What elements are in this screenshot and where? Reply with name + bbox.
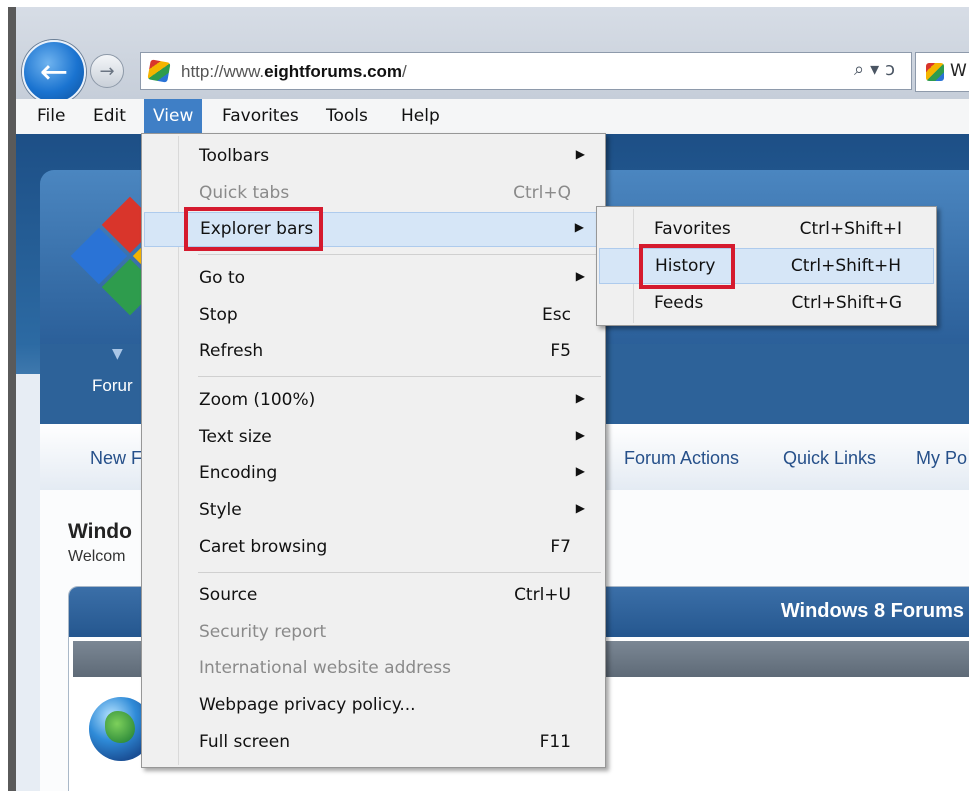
view-menu-dropdown: Toolbars ▶ Quick tabs Ctrl+Q Explorer ba… [141, 133, 606, 768]
welcome-subtitle: Welcom [68, 548, 126, 565]
menu-item-go-to[interactable]: Go to ▶ [144, 261, 603, 296]
submenu-item-favorites[interactable]: Favorites Ctrl+Shift+I [599, 211, 934, 247]
menu-item-label: Zoom (100%) [199, 390, 316, 410]
menu-item-label: Style [199, 500, 242, 520]
menu-item-label: Encoding [199, 463, 278, 483]
menu-item-label: Stop [199, 305, 238, 325]
menu-item-label: Refresh [199, 341, 264, 361]
submenu-arrow-icon: ▶ [575, 428, 585, 442]
menu-item-source[interactable]: Source Ctrl+U [144, 578, 603, 613]
menu-item-label: Source [199, 585, 258, 605]
url-domain: eightforums.com [264, 62, 403, 81]
screenshot-frame: ← → http://www.eightforums.com/ ⌕▾ↄ W Fi… [0, 0, 969, 791]
forum-box-title[interactable]: Windows 8 Forums [781, 600, 964, 623]
menu-item-privacy-policy[interactable]: Webpage privacy policy... [144, 688, 603, 723]
menu-item-label: Favorites [654, 219, 731, 239]
site-favicon-icon [147, 59, 171, 83]
menu-separator [198, 254, 601, 255]
menu-view[interactable]: View [144, 99, 203, 134]
back-arrow-icon: ← [39, 52, 69, 92]
menu-item-zoom[interactable]: Zoom (100%) ▶ [144, 383, 603, 418]
welcome-title: Windo [68, 520, 132, 543]
menu-item-label: Full screen [199, 732, 290, 752]
menu-item-toolbars[interactable]: Toolbars ▶ [144, 139, 603, 174]
menu-help[interactable]: Help [392, 99, 449, 134]
submenu-arrow-icon: ▶ [575, 147, 585, 161]
menu-separator [198, 572, 601, 573]
menu-item-caret-browsing[interactable]: Caret browsing F7 [144, 530, 603, 565]
menu-item-refresh[interactable]: Refresh F5 [144, 334, 603, 369]
menu-item-encoding[interactable]: Encoding ▶ [144, 456, 603, 491]
menu-item-label: Quick tabs [199, 183, 290, 203]
menu-item-international-address[interactable]: International website address [144, 651, 603, 686]
search-refresh-icons[interactable]: ⌕▾ↄ [854, 59, 901, 80]
caret-down-icon: ▼ [112, 346, 123, 362]
menu-item-shortcut: Ctrl+Shift+G [791, 293, 902, 313]
outer-margin-left [0, 0, 8, 791]
menu-edit[interactable]: Edit [84, 99, 135, 134]
menu-item-shortcut: F11 [539, 732, 571, 752]
menu-item-label: Go to [199, 268, 246, 288]
submenu-arrow-icon: ▶ [575, 269, 585, 283]
submenu-item-feeds[interactable]: Feeds Ctrl+Shift+G [599, 285, 934, 321]
menu-item-shortcut: Ctrl+Shift+I [799, 219, 902, 239]
menu-item-label: Webpage privacy policy... [199, 695, 416, 715]
forward-button[interactable]: → [90, 54, 124, 88]
menu-bar: File Edit View Favorites Tools Help [16, 99, 969, 135]
explorer-bars-submenu: Favorites Ctrl+Shift+I History Ctrl+Shif… [596, 206, 937, 326]
menu-separator [198, 376, 601, 377]
menu-item-label: Feeds [654, 293, 704, 313]
nav-forum-actions[interactable]: Forum Actions [624, 448, 739, 469]
back-button[interactable]: ← [22, 40, 86, 104]
highlight-callout-history [639, 244, 735, 289]
nav-my-posts[interactable]: My Po [916, 448, 967, 469]
menu-item-shortcut: F5 [550, 341, 571, 361]
menu-item-quick-tabs[interactable]: Quick tabs Ctrl+Q [144, 176, 603, 211]
submenu-arrow-icon: ▶ [575, 391, 585, 405]
address-url[interactable]: http://www.eightforums.com/ [181, 62, 407, 82]
menu-item-label: Caret browsing [199, 537, 328, 557]
submenu-arrow-icon: ▶ [574, 220, 584, 234]
tab-title: W [950, 61, 967, 81]
menu-item-shortcut: Ctrl+U [514, 585, 571, 605]
submenu-arrow-icon: ▶ [575, 501, 585, 515]
url-suffix: / [402, 62, 407, 81]
menu-item-style[interactable]: Style ▶ [144, 493, 603, 528]
menu-item-security-report[interactable]: Security report [144, 615, 603, 650]
menu-item-shortcut: Esc [542, 305, 571, 325]
menu-file[interactable]: File [28, 99, 74, 134]
menu-item-label: International website address [199, 658, 451, 678]
menu-item-label: Security report [199, 622, 327, 642]
address-bar[interactable]: http://www.eightforums.com/ ⌕▾ↄ [140, 52, 912, 90]
menu-item-label: Toolbars [199, 146, 270, 166]
menu-item-label: Text size [199, 427, 272, 447]
submenu-arrow-icon: ▶ [575, 464, 585, 478]
window-left-border [8, 7, 16, 791]
menu-item-full-screen[interactable]: Full screen F11 [144, 725, 603, 760]
menu-tools[interactable]: Tools [317, 99, 377, 134]
forward-arrow-icon: → [99, 60, 115, 82]
menu-item-shortcut: F7 [550, 537, 571, 557]
menu-item-shortcut: Ctrl+Shift+H [790, 256, 901, 276]
nav-quick-links[interactable]: Quick Links [783, 448, 876, 469]
menu-item-text-size[interactable]: Text size ▶ [144, 420, 603, 455]
nav-new-posts[interactable]: New F [90, 448, 142, 469]
menu-favorites[interactable]: Favorites [213, 99, 308, 134]
forum-tab-link[interactable]: Forur [92, 376, 133, 396]
highlight-callout-explorer-bars [184, 207, 323, 251]
url-prefix: http://www. [181, 62, 265, 81]
menu-item-shortcut: Ctrl+Q [513, 183, 571, 203]
menu-item-stop[interactable]: Stop Esc [144, 298, 603, 333]
tab-favicon-icon [926, 63, 944, 81]
outer-margin-top [0, 0, 969, 7]
browser-tab[interactable]: W [915, 52, 969, 92]
